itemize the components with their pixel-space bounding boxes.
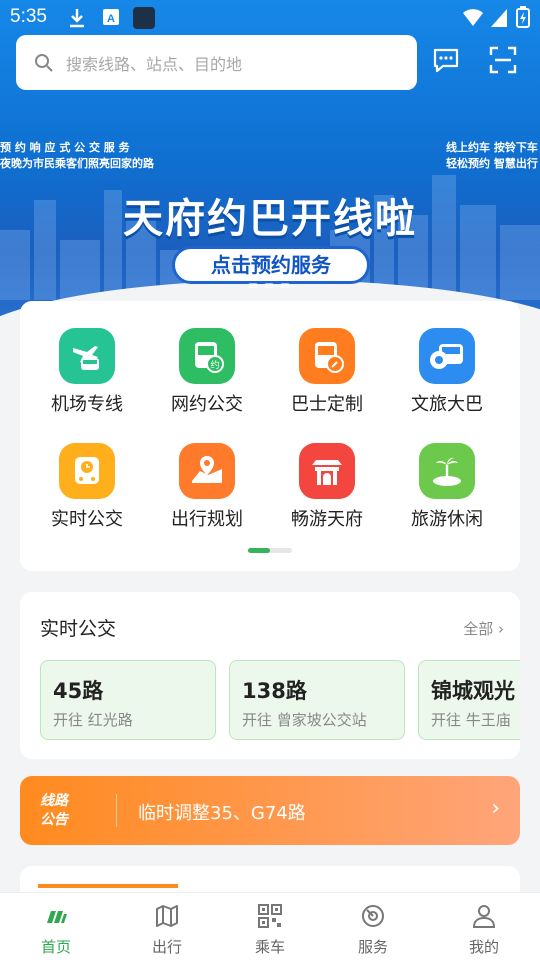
grid-page-indicator (248, 548, 292, 553)
book-service-button[interactable]: 点击预约服务 (172, 246, 370, 284)
scan-icon[interactable] (489, 46, 517, 74)
route-card[interactable]: 45路 开往 红光路 (40, 660, 216, 740)
tab-profile[interactable]: 我的 (444, 903, 524, 957)
download-icon (70, 9, 84, 28)
route-card[interactable]: 138路 开往 曾家坡公交站 (229, 660, 405, 740)
map-icon (156, 905, 178, 927)
tab-home[interactable]: 首页 (16, 903, 96, 957)
chevron-right-icon: › (498, 620, 504, 638)
route-direction: 开往 牛王庙 (431, 711, 511, 729)
section-title: 实时公交 (40, 618, 117, 640)
notice-tag: 线路公告 (40, 793, 68, 828)
island-icon (419, 443, 475, 499)
status-bar: 5:35 A (0, 0, 540, 36)
func-label: 实时公交 (51, 509, 123, 530)
tab-ride[interactable]: 乘车 (230, 903, 310, 957)
realtime-bus-card: 实时公交 全部 › 45路 开往 红光路 138路 开往 曾家坡公交站 锦城观光… (20, 592, 520, 759)
route-plan-icon (179, 443, 235, 499)
app-badge-icon (133, 7, 155, 29)
func-label: 畅游天府 (291, 509, 363, 530)
pavilion-icon (299, 443, 355, 499)
plane-bus-icon (59, 328, 115, 384)
bus-booking-icon: 约 (179, 328, 235, 384)
route-notice-banner[interactable]: 线路公告 临时调整35、G74路 › (20, 776, 520, 845)
qr-code-icon (258, 904, 282, 928)
route-name: 45路 (53, 679, 104, 703)
message-icon[interactable] (432, 46, 460, 74)
view-all-link[interactable]: 全部 › (463, 618, 504, 639)
func-airport-line[interactable]: 机场专线 (27, 328, 147, 416)
banner-right-slogan: 线上约车 按铃下车 轻松预约 智慧出行 (446, 141, 538, 170)
tab-label: 服务 (357, 938, 388, 956)
banner-pager (248, 283, 290, 288)
func-label: 出行规划 (171, 509, 243, 530)
tab-travel[interactable]: 出行 (127, 903, 207, 957)
search-placeholder: 搜索线路、站点、目的地 (66, 54, 243, 74)
app-notification-icon: A (103, 9, 119, 25)
route-direction: 开往 曾家坡公交站 (242, 711, 367, 729)
func-label: 文旅大巴 (411, 394, 483, 415)
tab-label: 首页 (40, 938, 71, 956)
search-bar[interactable]: 搜索线路、站点、目的地 (16, 35, 417, 90)
route-direction: 开往 红光路 (53, 711, 133, 729)
view-all-label: 全部 (463, 620, 494, 638)
custom-bus-icon (299, 328, 355, 384)
banner-title: 天府约巴开线啦 (123, 196, 417, 242)
svg-text:约: 约 (210, 359, 219, 371)
func-leisure-travel[interactable]: 旅游休闲 (387, 443, 507, 531)
route-name: 138路 (242, 679, 307, 703)
tour-bus-icon (419, 328, 475, 384)
profile-icon (472, 905, 496, 928)
signal-icon (491, 9, 507, 27)
banner-left-slogan: 预 约 响 应 式 公 交 服 务 夜晚为市民乘客们照亮回家的路 (0, 141, 154, 170)
func-label: 巴士定制 (291, 394, 363, 415)
wifi-icon (463, 9, 483, 26)
bottom-tab-bar: 首页 出行 乘车 服务 我的 (0, 892, 540, 960)
route-card[interactable]: 锦城观光 开往 牛王庙 (418, 660, 520, 740)
route-name: 锦城观光 (431, 679, 515, 703)
search-icon (35, 53, 53, 72)
tab-label: 乘车 (254, 938, 285, 956)
func-label: 机场专线 (51, 394, 123, 415)
func-route-planning[interactable]: 出行规划 (147, 443, 267, 531)
battery-charging-icon (516, 6, 530, 28)
status-time: 5:35 (10, 6, 47, 27)
func-online-bus[interactable]: 约 网约公交 (147, 328, 267, 416)
tab-label: 我的 (468, 938, 499, 956)
tab-label: 出行 (151, 938, 182, 956)
home-icon (47, 911, 67, 923)
func-tianfu-tour[interactable]: 畅游天府 (267, 443, 387, 531)
tab-service[interactable]: 服务 (333, 903, 413, 957)
func-label: 旅游休闲 (411, 509, 483, 530)
service-icon (362, 905, 384, 927)
func-custom-bus[interactable]: 巴士定制 (267, 328, 387, 416)
svg-text:A: A (107, 13, 115, 25)
function-grid: 机场专线 约 网约公交 巴士定制 文旅大巴 实时公交 出行规划 畅游天府 旅游休… (20, 301, 520, 571)
notice-divider (116, 794, 117, 827)
chevron-right-icon: › (491, 796, 500, 821)
notice-text: 临时调整35、G74路 (138, 803, 306, 824)
func-label: 网约公交 (171, 394, 243, 415)
func-realtime-bus[interactable]: 实时公交 (27, 443, 147, 531)
realtime-bus-icon (59, 443, 115, 499)
func-tour-bus[interactable]: 文旅大巴 (387, 328, 507, 416)
